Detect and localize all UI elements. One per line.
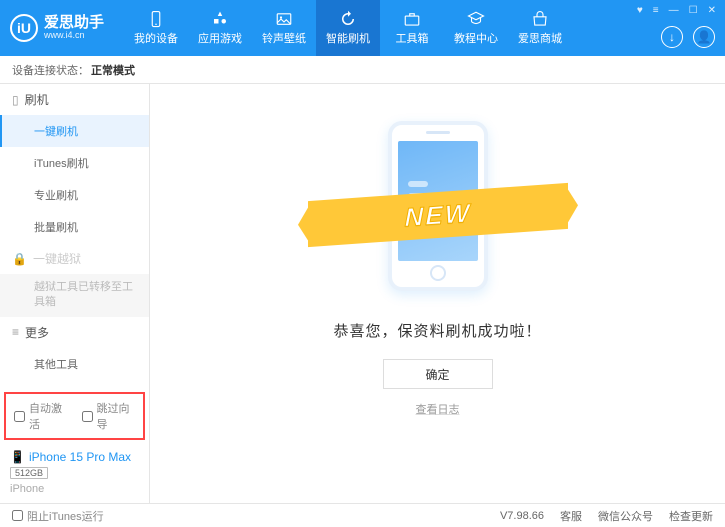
nav-apps-games[interactable]: 应用游戏 <box>188 0 252 56</box>
device-type: iPhone <box>10 483 139 495</box>
status-bar: 设备连接状态： 正常模式 <box>0 56 725 84</box>
close-icon[interactable]: ✕ <box>705 4 719 17</box>
nav-smart-flash[interactable]: 智能刷机 <box>316 0 380 56</box>
sidebar-section-flash[interactable]: ▯ 刷机 <box>0 84 149 115</box>
nav-store[interactable]: 爱思商城 <box>508 0 572 56</box>
device-name[interactable]: 📱 iPhone 15 Pro Max <box>10 450 139 464</box>
phone-small-icon: 📱 <box>10 450 25 464</box>
sidebar-item-other-tools[interactable]: 其他工具 <box>0 348 149 380</box>
new-ribbon: NEW <box>308 183 568 247</box>
activation-options-box: 自动激活 跳过向导 <box>4 392 145 440</box>
device-icon: ▯ <box>12 93 19 107</box>
device-storage-badge: 512GB <box>10 467 48 479</box>
sidebar-item-jailbreak-moved: 越狱工具已转移至工具箱 <box>0 274 149 317</box>
footer-wechat-link[interactable]: 微信公众号 <box>598 508 653 524</box>
sidebar-item-pro-flash[interactable]: 专业刷机 <box>0 179 149 211</box>
sidebar-item-batch-flash[interactable]: 批量刷机 <box>0 211 149 243</box>
nav-tutorials[interactable]: 教程中心 <box>444 0 508 56</box>
window-settings-icon[interactable]: ≡ <box>650 4 662 17</box>
auto-activate-checkbox[interactable]: 自动激活 <box>14 400 68 432</box>
status-prefix: 设备连接状态： <box>12 62 89 78</box>
toolbox-icon <box>403 10 421 28</box>
sidebar-section-jailbreak: 🔒 一键越狱 <box>0 243 149 274</box>
nav-toolbox[interactable]: 工具箱 <box>380 0 444 56</box>
sidebar: ▯ 刷机 一键刷机 iTunes刷机 专业刷机 批量刷机 🔒 一键越狱 越狱工具… <box>0 84 150 503</box>
footer: 阻止iTunes运行 V7.98.66 客服 微信公众号 检查更新 <box>0 503 725 527</box>
sidebar-item-oneclick-flash[interactable]: 一键刷机 <box>0 115 149 147</box>
top-nav: 我的设备 应用游戏 铃声壁纸 智能刷机 工具箱 教程中心 爱思商城 <box>124 0 572 56</box>
version-label: V7.98.66 <box>500 510 544 522</box>
main-panel: NEW 恭喜您，保资料刷机成功啦！ 确定 查看日志 <box>150 84 725 503</box>
minimize-icon[interactable]: — <box>666 4 682 17</box>
user-button[interactable]: 👤 <box>693 26 715 48</box>
sidebar-section-more[interactable]: ≡ 更多 <box>0 317 149 348</box>
success-message: 恭喜您，保资料刷机成功啦！ <box>333 320 541 341</box>
store-icon <box>531 10 549 28</box>
refresh-icon <box>339 10 357 28</box>
footer-support-link[interactable]: 客服 <box>560 508 582 524</box>
lock-icon: 🔒 <box>12 252 27 266</box>
nav-my-device[interactable]: 我的设备 <box>124 0 188 56</box>
status-value: 正常模式 <box>91 62 135 78</box>
device-info: 📱 iPhone 15 Pro Max 512GB iPhone <box>0 446 149 503</box>
download-button[interactable]: ↓ <box>661 26 683 48</box>
image-icon <box>275 10 293 28</box>
graduation-icon <box>467 10 485 28</box>
block-itunes-checkbox[interactable]: 阻止iTunes运行 <box>12 508 104 524</box>
logo-icon: iU <box>10 14 38 42</box>
success-illustration: NEW <box>338 116 538 296</box>
footer-check-update-link[interactable]: 检查更新 <box>669 508 713 524</box>
apps-icon <box>211 10 229 28</box>
skip-guide-checkbox[interactable]: 跳过向导 <box>82 400 136 432</box>
more-icon: ≡ <box>12 325 19 339</box>
app-header: iU 爱思助手 www.i4.cn 我的设备 应用游戏 铃声壁纸 智能刷机 工具… <box>0 0 725 56</box>
phone-icon <box>147 10 165 28</box>
app-title: 爱思助手 <box>44 15 104 32</box>
ok-button[interactable]: 确定 <box>383 359 493 389</box>
view-log-link[interactable]: 查看日志 <box>416 401 460 417</box>
logo-area: iU 爱思助手 www.i4.cn <box>10 14 104 42</box>
sidebar-item-download-firmware[interactable]: 下载固件 <box>0 380 149 390</box>
sidebar-item-itunes-flash[interactable]: iTunes刷机 <box>0 147 149 179</box>
app-subtitle: www.i4.cn <box>44 31 104 41</box>
window-menu-icon[interactable]: ♥ <box>634 4 646 17</box>
nav-ringtone-wallpaper[interactable]: 铃声壁纸 <box>252 0 316 56</box>
maximize-icon[interactable]: ☐ <box>686 4 701 17</box>
